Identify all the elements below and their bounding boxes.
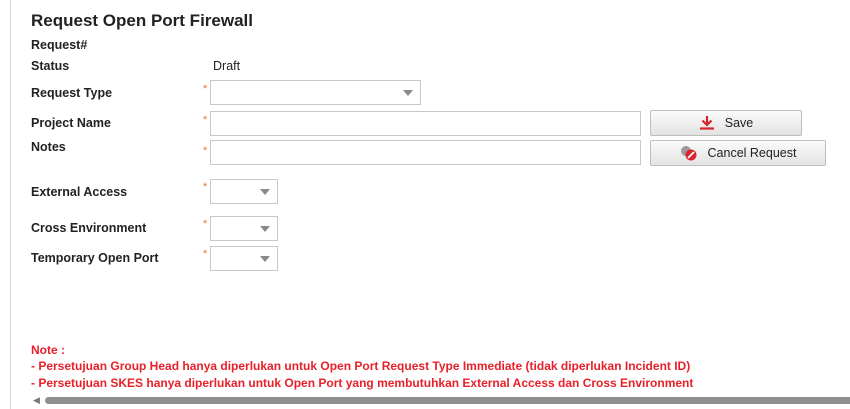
cancel-icon — [680, 145, 698, 161]
scroll-left-icon[interactable]: ◀ — [33, 395, 40, 406]
required-marker: * — [203, 181, 208, 193]
chevron-down-icon — [253, 247, 277, 270]
notes-input[interactable] — [210, 140, 641, 165]
status-value: Draft — [213, 59, 241, 73]
cross-environment-label: Cross Environment — [31, 221, 147, 235]
external-access-label: External Access — [31, 185, 128, 199]
project-name-label: Project Name — [31, 116, 111, 130]
temporary-open-port-label: Temporary Open Port — [31, 251, 159, 265]
required-marker: * — [203, 145, 208, 157]
request-number-label: Request# — [31, 38, 88, 52]
cancel-request-button[interactable]: Cancel Request — [650, 140, 826, 166]
note-line-skes: - Persetujuan SKES hanya diperlukan untu… — [31, 376, 694, 390]
project-name-input[interactable] — [210, 111, 641, 136]
required-marker: * — [203, 218, 208, 230]
cross-environment-select[interactable] — [210, 216, 278, 241]
required-marker: * — [203, 248, 208, 260]
page-title: Request Open Port Firewall — [31, 11, 253, 30]
save-button-label: Save — [724, 116, 754, 130]
cancel-button-label: Cancel Request — [707, 146, 797, 160]
temporary-open-port-select[interactable] — [210, 246, 278, 271]
horizontal-scrollbar[interactable]: ◀ — [31, 393, 850, 409]
required-marker: * — [203, 83, 208, 95]
chevron-down-icon — [253, 180, 277, 203]
note-line-group-head: - Persetujuan Group Head hanya diperluka… — [31, 359, 691, 373]
scrollbar-thumb[interactable] — [45, 397, 850, 404]
chevron-down-icon — [396, 81, 420, 104]
notes-label: Notes — [31, 140, 66, 154]
save-button[interactable]: Save — [650, 110, 802, 136]
chevron-down-icon — [253, 217, 277, 240]
external-access-select[interactable] — [210, 179, 278, 204]
note-heading: Note : — [31, 343, 65, 357]
status-label: Status — [31, 59, 70, 73]
left-border — [10, 0, 11, 409]
request-type-label: Request Type — [31, 86, 113, 100]
download-icon — [699, 116, 715, 130]
request-type-select[interactable] — [210, 80, 421, 105]
required-marker: * — [203, 114, 208, 126]
